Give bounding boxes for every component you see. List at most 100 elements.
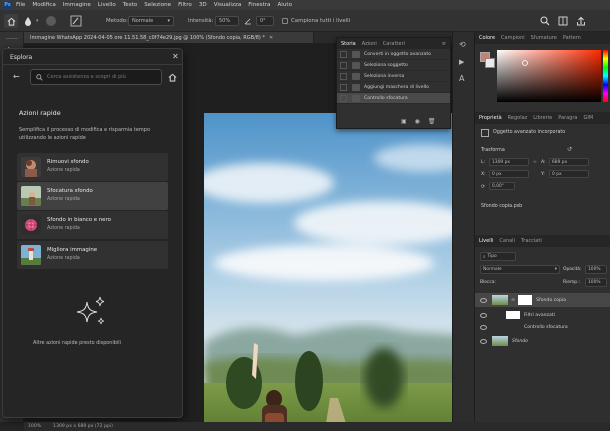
menu-immagine[interactable]: Immagine	[63, 2, 91, 8]
close-tab-icon[interactable]: ✕	[269, 35, 273, 41]
tab-librerie[interactable]: Librerie	[533, 115, 552, 121]
brush-settings-icon[interactable]	[70, 15, 82, 27]
x-field[interactable]: 0 px	[489, 170, 529, 178]
height-field[interactable]: 689 px	[549, 158, 589, 166]
tab-campioni[interactable]: Campioni	[501, 35, 525, 41]
hue-slider[interactable]	[603, 50, 608, 102]
document-image[interactable]	[204, 113, 468, 431]
close-icon[interactable]: ✕	[172, 52, 179, 61]
history-snapshot-checkbox[interactable]	[340, 72, 347, 80]
smart-object-label: Oggetto avanzato incorporato	[493, 130, 566, 135]
workspace-icon[interactable]	[558, 16, 568, 26]
background-color-swatch[interactable]	[485, 58, 495, 68]
history-item[interactable]: Seleziona inversa	[337, 71, 450, 82]
history-snapshot-checkbox[interactable]	[340, 94, 347, 102]
tab-proprieta[interactable]: Proprietà	[479, 115, 502, 121]
document-tab[interactable]: Immagine WhatsApp 2024-04-05 ore 11.51.5…	[24, 32, 314, 43]
tab-storia[interactable]: Storia	[341, 41, 356, 47]
blur-tool-icon[interactable]	[23, 16, 33, 26]
home-button[interactable]	[4, 14, 18, 28]
link-icon[interactable]: ∞	[533, 160, 537, 165]
visibility-eye-icon[interactable]	[480, 324, 487, 330]
history-snapshot-checkbox[interactable]	[340, 50, 347, 58]
menu-aiuto[interactable]: Aiuto	[277, 2, 292, 8]
menu-modifica[interactable]: Modifica	[32, 2, 55, 8]
menu-file[interactable]: File	[16, 2, 25, 8]
mode-dropdown[interactable]: Normale ▾	[128, 16, 174, 26]
brush-size-icon[interactable]	[46, 16, 56, 26]
blend-mode-dropdown[interactable]: Normale ▾	[480, 265, 560, 274]
menu-testo[interactable]: Testo	[123, 2, 137, 8]
history-item-label: Aggiungi maschera di livello	[364, 84, 429, 90]
intensity-field[interactable]: 50%	[215, 16, 239, 26]
tab-caratteri[interactable]: Caratteri	[383, 41, 405, 47]
visibility-eye-icon[interactable]	[480, 297, 487, 303]
tab-canali[interactable]: Canali	[499, 238, 515, 244]
history-item[interactable]: Seleziona soggetto	[337, 60, 450, 71]
layer-mask-thumbnail[interactable]	[518, 295, 533, 305]
y-field[interactable]: 0 px	[549, 170, 589, 178]
menu-3d[interactable]: 3D	[199, 2, 207, 8]
layer-name: Sfondo copia	[536, 297, 566, 303]
menu-finestra[interactable]: Finestra	[248, 2, 270, 8]
home-icon[interactable]	[168, 73, 177, 82]
menu-selezione[interactable]: Selezione	[144, 2, 171, 8]
visibility-eye-icon[interactable]	[480, 312, 487, 318]
history-panel-icon[interactable]: ⟲	[459, 40, 466, 49]
width-field[interactable]: 1309 px	[489, 158, 529, 166]
history-item[interactable]: Aggiungi maschera di livello	[337, 82, 450, 93]
menu-filtro[interactable]: Filtro	[178, 2, 192, 8]
section-description: Semplifica il processo di modifica e ris…	[19, 127, 151, 141]
fill-field[interactable]: 100%	[585, 278, 607, 287]
tab-tracciati[interactable]: Tracciati	[521, 238, 542, 244]
height-label: A:	[541, 160, 546, 165]
search-icon[interactable]	[540, 16, 550, 26]
layer-row-sfondo[interactable]: Sfondo	[475, 334, 610, 348]
search-input[interactable]: Cerca assistenza e scopri di più	[30, 69, 162, 85]
tab-azioni[interactable]: Azioni	[362, 41, 377, 47]
layer-row-blur-filter[interactable]: Controllo sfocatura	[475, 320, 610, 334]
quick-action-enhance-image[interactable]: Migliora immagine Azione rapida	[17, 241, 168, 269]
angle-field[interactable]: 0°	[256, 16, 274, 26]
menu-livello[interactable]: Livello	[98, 2, 116, 8]
quick-action-black-white-background[interactable]: Sfondo in bianco e nero Azione rapida	[17, 211, 168, 239]
share-icon[interactable]	[576, 16, 586, 26]
history-item-selected[interactable]: Controllo sfocatura	[337, 93, 450, 104]
x-value: 0 px	[492, 171, 502, 177]
color-picker-field[interactable]	[497, 50, 601, 102]
opacity-field[interactable]: 100%	[585, 265, 607, 274]
sample-all-checkbox[interactable]	[282, 18, 288, 24]
tools-grip[interactable]	[6, 38, 18, 39]
quick-action-blur-background[interactable]: Sfocatura sfondo Azione rapida	[17, 182, 168, 210]
history-panel: Storia Azioni Caratteri ≡ Converti in og…	[336, 37, 451, 129]
visibility-eye-icon[interactable]	[480, 338, 487, 344]
tab-colore[interactable]: Colore	[479, 35, 495, 41]
history-item[interactable]: Converti in oggetto avanzato	[337, 49, 450, 60]
menu-visualizza[interactable]: Visualizza	[214, 2, 242, 8]
character-panel-icon[interactable]: A	[459, 74, 464, 83]
panel-menu-icon[interactable]: ≡	[442, 41, 446, 47]
actions-panel-icon[interactable]: ▶	[459, 58, 464, 66]
layer-row-sfondo-copia[interactable]: ∞ Sfondo copia	[475, 293, 610, 307]
rotation-field[interactable]: 0,00°	[489, 182, 515, 190]
tab-paragrafo[interactable]: Paragra	[558, 115, 577, 121]
tab-gim[interactable]: GIM	[583, 115, 593, 121]
mode-label: Metodo:	[106, 18, 128, 24]
rotation-value: 0,00°	[492, 183, 504, 189]
quick-action-remove-background[interactable]: Rimuovi sfondo Azione rapida	[17, 153, 168, 181]
reset-transform-icon[interactable]: ↺	[567, 146, 572, 153]
zoom-level[interactable]: 100%	[28, 424, 41, 429]
trash-icon[interactable]: 🗑	[428, 118, 436, 125]
tab-regolazioni[interactable]: Regolaz	[508, 115, 528, 121]
tab-sfumature[interactable]: Sfumature	[531, 35, 557, 41]
tab-livelli[interactable]: Livelli	[479, 238, 493, 244]
tool-preset-chevron-icon[interactable]: ▾	[36, 18, 39, 24]
history-snapshot-checkbox[interactable]	[340, 61, 347, 69]
history-snapshot-checkbox[interactable]	[340, 83, 347, 91]
rotate-icon: ⟳	[481, 184, 486, 190]
tab-pattern[interactable]: Pattern	[563, 35, 581, 41]
back-arrow-icon[interactable]: ←	[13, 72, 20, 81]
layer-filter-dropdown[interactable]: ⌕ Tipo	[480, 252, 516, 261]
new-document-icon[interactable]: ▣	[401, 118, 407, 125]
snapshot-camera-icon[interactable]: ◉	[415, 118, 420, 125]
